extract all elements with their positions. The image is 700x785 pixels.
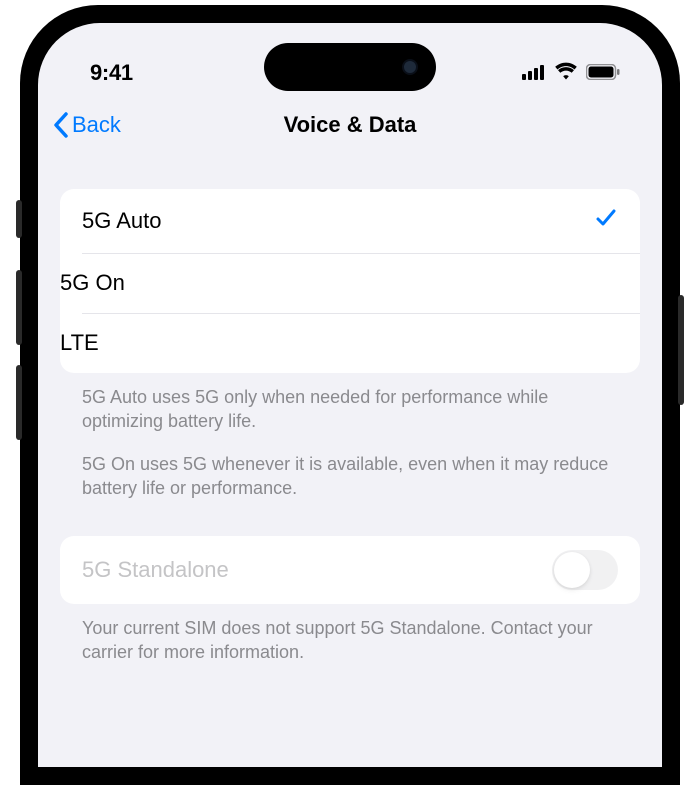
footer-standalone: Your current SIM does not support 5G Sta…	[60, 604, 640, 665]
standalone-label: 5G Standalone	[82, 557, 229, 583]
battery-icon	[586, 60, 620, 86]
screen: 9:41 Back Voice & Data	[38, 23, 662, 767]
ring-switch	[16, 200, 22, 238]
checkmark-icon	[594, 206, 618, 236]
back-button[interactable]: Back	[52, 111, 121, 139]
footer-5g-auto: 5G Auto uses 5G only when needed for per…	[60, 373, 640, 434]
option-lte[interactable]: LTE	[60, 313, 640, 373]
dynamic-island	[264, 43, 436, 91]
status-icons	[522, 60, 620, 86]
phone-frame: 9:41 Back Voice & Data	[20, 5, 680, 785]
volume-up-button	[16, 270, 22, 345]
status-time: 9:41	[90, 60, 133, 86]
standalone-row: 5G Standalone	[60, 536, 640, 604]
power-button	[678, 295, 684, 405]
content-area: 5G Auto 5G On LTE 5G Auto uses 5G only w…	[38, 155, 662, 665]
navigation-bar: Back Voice & Data	[38, 95, 662, 155]
wifi-icon	[554, 60, 578, 86]
options-list: 5G Auto 5G On LTE	[60, 189, 640, 373]
footer-5g-on: 5G On uses 5G whenever it is available, …	[60, 434, 640, 501]
option-label: 5G On	[60, 270, 125, 296]
option-label: 5G Auto	[82, 208, 162, 234]
back-label: Back	[72, 112, 121, 138]
standalone-toggle[interactable]	[552, 550, 618, 590]
option-5g-auto[interactable]: 5G Auto	[60, 189, 640, 253]
volume-down-button	[16, 365, 22, 440]
cellular-signal-icon	[522, 60, 546, 86]
option-5g-on[interactable]: 5G On	[60, 253, 640, 313]
front-camera	[402, 59, 418, 75]
chevron-left-icon	[52, 111, 70, 139]
page-title: Voice & Data	[284, 112, 417, 138]
option-label: LTE	[60, 330, 99, 356]
